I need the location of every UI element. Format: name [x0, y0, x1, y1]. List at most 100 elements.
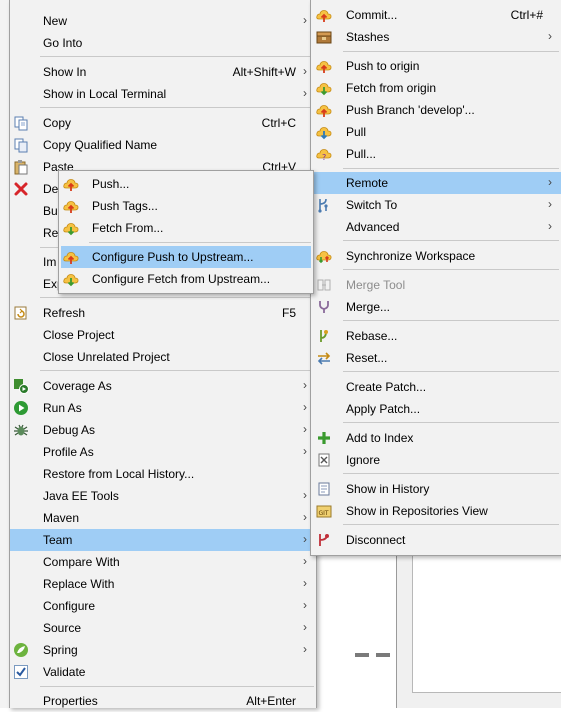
fetch-icon: [63, 220, 79, 236]
separator: [343, 473, 559, 474]
menu-item-debug-as[interactable]: Debug As ›: [10, 419, 316, 441]
chevron-right-icon: ›: [303, 510, 307, 524]
menu-item-label: Bu: [43, 204, 58, 218]
menu-item-pull-dialog[interactable]: ? Pull...: [311, 143, 561, 165]
menu-item-label: Merge...: [346, 300, 391, 314]
menu-item-label: Im: [43, 255, 57, 269]
menu-item-show-in-local-terminal[interactable]: Show in Local Terminal ›: [10, 83, 316, 105]
menu-item-label: Synchronize Workspace: [346, 249, 476, 263]
menu-item-close-project[interactable]: Close Project: [10, 324, 316, 346]
menu-item-label: Debug As: [43, 423, 96, 437]
reset-icon: [317, 352, 331, 365]
menu-item-configure[interactable]: Configure ›: [10, 595, 316, 617]
menu-item-remote[interactable]: Remote ›: [311, 172, 561, 194]
menu-item-fetch-from-origin[interactable]: Fetch from origin: [311, 77, 561, 99]
menu-item-label: Push Tags...: [92, 199, 158, 213]
menu-item-properties[interactable]: Properties Alt+Enter: [10, 690, 316, 712]
maximize-icon[interactable]: [376, 653, 390, 657]
menu-item-push-tags[interactable]: Push Tags...: [59, 195, 313, 217]
menu-item-source[interactable]: Source ›: [10, 617, 316, 639]
menu-item-close-unrelated-project[interactable]: Close Unrelated Project: [10, 346, 316, 368]
menu-item-label: Commit...: [346, 8, 398, 22]
menu-item-label: Push Branch 'develop'...: [346, 103, 475, 117]
menu-item-coverage-as[interactable]: Coverage As ›: [10, 375, 316, 397]
menu-item-label: Replace With: [43, 577, 115, 591]
push-icon: [63, 249, 79, 264]
git-repositories-icon: GIT: [316, 505, 332, 518]
menu-item-merge[interactable]: Merge...: [311, 296, 561, 318]
delete-icon: [14, 182, 28, 196]
menu-item-team[interactable]: Team ›: [10, 529, 316, 551]
menu-item-configure-push-upstream[interactable]: Configure Push to Upstream...: [61, 246, 311, 268]
menu-item-label: Push...: [92, 177, 130, 191]
paste-icon: [14, 160, 28, 175]
chevron-right-icon: ›: [303, 488, 307, 502]
fetch-icon: [316, 80, 332, 96]
chevron-right-icon: ›: [303, 400, 307, 414]
menu-item-go-into[interactable]: Go Into: [10, 32, 316, 54]
menu-item-push-to-origin[interactable]: Push to origin: [311, 55, 561, 77]
separator: [40, 107, 314, 108]
separator: [343, 269, 559, 270]
menu-item-rebase[interactable]: Rebase...: [311, 325, 561, 347]
menu-item-show-in-history[interactable]: Show in History: [311, 478, 561, 500]
menu-item-synchronize-workspace[interactable]: Synchronize Workspace: [311, 245, 561, 267]
menu-item-pull[interactable]: Pull: [311, 121, 561, 143]
menu-item-label: Show in Repositories View: [346, 504, 488, 518]
menu-item-create-patch[interactable]: Create Patch...: [311, 376, 561, 398]
menu-item-apply-patch[interactable]: Apply Patch...: [311, 398, 561, 420]
properties-panel: [412, 556, 561, 693]
rebase-icon: [320, 330, 328, 342]
menu-item-ignore[interactable]: Ignore: [311, 449, 561, 471]
menu-item-show-in-repositories-view[interactable]: GIT Show in Repositories View: [311, 500, 561, 522]
menu-item-label: Merge Tool: [346, 278, 406, 292]
menu-item-fetch-from[interactable]: Fetch From...: [59, 217, 313, 239]
menu-item-label: Stashes: [346, 30, 390, 44]
menu-item-label: Remote: [346, 176, 389, 190]
separator: [343, 524, 559, 525]
chevron-right-icon: ›: [303, 86, 307, 100]
menu-item-reset[interactable]: Reset...: [311, 347, 561, 369]
menu-item-new[interactable]: New ›: [10, 10, 316, 32]
menu-item-push[interactable]: Push...: [59, 173, 313, 195]
menu-item-compare-with[interactable]: Compare With ›: [10, 551, 316, 573]
shortcut-label: F5: [281, 306, 296, 320]
menu-item-copy-qualified-name[interactable]: Copy Qualified Name: [10, 134, 316, 156]
menu-item-push-branch[interactable]: Push Branch 'develop'...: [311, 99, 561, 121]
menu-item-spring[interactable]: Spring ›: [10, 639, 316, 661]
menu-item-commit[interactable]: Commit... Ctrl+#: [311, 4, 561, 26]
menu-item-label: Profile As: [43, 445, 94, 459]
menu-item-switch-to[interactable]: Switch To ›: [311, 194, 561, 216]
menu-item-replace-with[interactable]: Replace With ›: [10, 573, 316, 595]
separator: [40, 56, 314, 57]
menu-item-stashes[interactable]: Stashes ›: [311, 26, 561, 48]
menu-item-label: Reset...: [346, 351, 388, 365]
menu-item-profile-as[interactable]: Profile As ›: [10, 441, 316, 463]
menu-item-java-ee-tools[interactable]: Java EE Tools ›: [10, 485, 316, 507]
menu-item-label: Copy Qualified Name: [43, 138, 158, 152]
ignore-icon: [318, 453, 330, 467]
menu-item-disconnect[interactable]: Disconnect: [311, 529, 561, 551]
shortcut-label: Ctrl+#: [510, 8, 543, 22]
menu-item-configure-fetch-upstream[interactable]: Configure Fetch from Upstream...: [59, 268, 313, 290]
debug-icon: [14, 424, 28, 436]
menu-item-copy[interactable]: Copy Ctrl+C: [10, 112, 316, 134]
menu-item-label: Refresh: [43, 306, 86, 320]
menu-item-validate[interactable]: Validate: [10, 661, 316, 683]
menu-item-label: Close Unrelated Project: [43, 350, 170, 364]
menu-item-maven[interactable]: Maven ›: [10, 507, 316, 529]
menu-item-label: Source: [43, 621, 82, 635]
menu-item-show-in[interactable]: Show In Alt+Shift+W ›: [10, 61, 316, 83]
menu-item-label: Add to Index: [346, 431, 414, 445]
menu-item-restore-local-history[interactable]: Restore from Local History...: [10, 463, 316, 485]
menu-item-merge-tool[interactable]: Merge Tool: [311, 274, 561, 296]
pull-icon: [316, 124, 332, 140]
menu-item-label: Compare With: [43, 555, 120, 569]
menu-item-label: Pull: [346, 125, 367, 139]
menu-item-add-to-index[interactable]: Add to Index: [311, 427, 561, 449]
menu-item-run-as[interactable]: Run As ›: [10, 397, 316, 419]
minimize-icon[interactable]: [355, 653, 369, 657]
menu-item-refresh[interactable]: Refresh F5: [10, 302, 316, 324]
menu-item-advanced[interactable]: Advanced ›: [311, 216, 561, 238]
separator: [343, 320, 559, 321]
